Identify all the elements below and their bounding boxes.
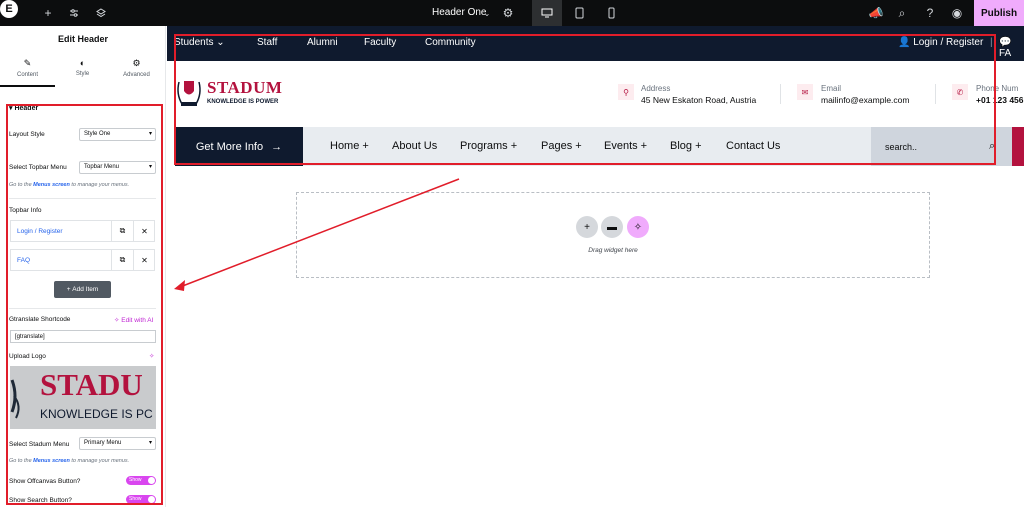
tablet-icon[interactable]	[570, 4, 588, 22]
mobile-icon[interactable]	[602, 4, 620, 22]
drop-zone-text: Drag widget here	[588, 247, 638, 254]
publish-button[interactable]: Publish	[974, 0, 1024, 26]
settings-sliders-icon[interactable]	[65, 4, 83, 22]
annotation-box-panel	[6, 104, 163, 505]
contrast-icon: ◐	[79, 58, 86, 68]
tab-advanced[interactable]: ⚙ Advanced	[109, 58, 164, 78]
tab-content[interactable]: ✎ Content	[0, 58, 55, 78]
template-folder-icon[interactable]: ▬	[601, 216, 623, 238]
tab-label: Advanced	[123, 72, 150, 78]
help-icon[interactable]: ?	[921, 4, 939, 22]
active-tab-indicator	[0, 85, 55, 87]
layers-icon[interactable]	[92, 4, 110, 22]
search-icon[interactable]: ⌕	[893, 4, 911, 22]
add-icon[interactable]: +	[39, 4, 57, 22]
faq-label: FA	[999, 48, 1012, 59]
chevron-down-icon[interactable]: ⌄	[478, 4, 496, 22]
add-section-icon[interactable]: +	[576, 216, 598, 238]
panel-title: Edit Header	[57, 34, 108, 44]
tab-label: Style	[75, 71, 90, 77]
editor-toolbar: E + Header One ⌄ ⚙ 📣 ⌕ ? ◉ Publish	[0, 0, 1024, 26]
accent-bar	[1012, 127, 1024, 166]
faq-link[interactable]: 💬 FA	[999, 37, 1024, 59]
tab-style[interactable]: ◐ Style	[55, 58, 110, 77]
pencil-icon: ✎	[23, 58, 32, 68]
tab-label: Content	[16, 72, 38, 78]
site-settings-icon[interactable]: ⚙	[499, 4, 517, 22]
ai-sparkle-icon[interactable]: ✧	[627, 216, 649, 238]
chat-icon: 💬	[999, 37, 1012, 48]
device-desktop-button[interactable]	[532, 0, 562, 26]
preview-eye-icon[interactable]: ◉	[948, 4, 966, 22]
notifications-icon[interactable]: 📣	[867, 4, 885, 22]
annotation-box-header	[174, 34, 996, 165]
gear-icon: ⚙	[132, 58, 141, 68]
elementor-logo-icon[interactable]: E	[0, 0, 18, 18]
